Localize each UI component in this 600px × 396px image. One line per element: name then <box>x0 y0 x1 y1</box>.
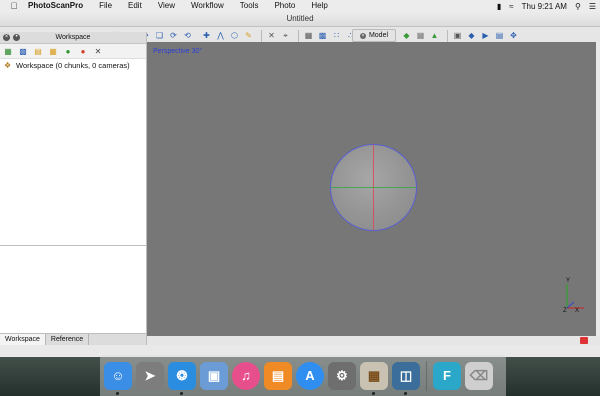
menubar-status-area: ▮ ≈ Thu 9:21 AM ⚲ ☰ <box>493 0 600 12</box>
view-mode-label: Perspective 30° <box>153 48 203 55</box>
trackball[interactable] <box>330 144 417 231</box>
menu-workflow[interactable]: Workflow <box>183 0 232 12</box>
disable-icon[interactable]: ● <box>78 46 88 56</box>
show-region-icon[interactable]: ▣ <box>452 30 463 41</box>
running-indicator <box>180 391 183 395</box>
toolbar-divider <box>298 29 299 42</box>
running-indicator <box>372 391 375 395</box>
safari-icon[interactable]: ❂ <box>168 361 196 395</box>
show-info-icon[interactable]: ▶ <box>480 30 491 41</box>
clock[interactable]: Thu 9:21 AM <box>518 2 571 11</box>
workspace-toolbar: ▦ ▩ ▤ ▦ ● ● ✕ <box>0 44 146 59</box>
show-cameras-icon[interactable]: ▦ <box>303 30 314 41</box>
axes-indicator: Y Z X <box>563 278 584 314</box>
tab-workspace[interactable]: Workspace <box>0 334 46 345</box>
menu-photo[interactable]: Photo <box>266 0 303 12</box>
window-title: Untitled <box>0 12 600 27</box>
search-icon[interactable]: ⚲ <box>571 2 585 11</box>
float-panel-icon[interactable]: • <box>13 34 20 41</box>
console-warning-icon[interactable] <box>580 337 588 344</box>
point-cloud-icon[interactable]: ∷ <box>331 30 342 41</box>
tab-model[interactable]: × Model <box>352 29 396 42</box>
workspace-icon: ❖ <box>4 60 12 70</box>
menu-file[interactable]: File <box>91 0 120 12</box>
add-photos-icon[interactable]: ▩ <box>18 46 28 56</box>
photoscan-icon[interactable]: ◫ <box>392 361 420 395</box>
menu-list-icon[interactable]: ☰ <box>585 2 600 11</box>
show-grid-icon[interactable]: ▤ <box>494 30 505 41</box>
window-right-border <box>596 42 600 336</box>
z-axis-line <box>566 301 575 309</box>
model-tab-label: Model <box>368 32 389 39</box>
toolbar-divider <box>447 29 448 42</box>
panel-divider[interactable] <box>0 245 146 246</box>
model-viewport[interactable]: Perspective 30° Y Z X <box>147 42 596 336</box>
trackball-horizontal-axis <box>331 187 416 188</box>
close-tab-icon[interactable]: × <box>359 33 366 39</box>
preview-icon[interactable]: ▣ <box>200 361 228 390</box>
dem-icon[interactable]: ▲ <box>429 30 440 41</box>
finder-icon[interactable]: ☺ <box>104 361 132 395</box>
workspace-panel-title: Workspace <box>55 34 91 41</box>
workspace-tabs: Workspace Reference <box>0 333 146 345</box>
running-indicator <box>404 391 407 395</box>
rotate-object-icon[interactable]: ⟲ <box>182 30 193 41</box>
dock-separator <box>426 360 427 391</box>
enable-icon[interactable]: ● <box>63 46 73 56</box>
tiled-model-icon[interactable]: ▦ <box>415 30 426 41</box>
draw-patch-icon[interactable]: ✎ <box>243 30 254 41</box>
menu-view[interactable]: View <box>150 0 183 12</box>
status-bar <box>147 336 600 345</box>
rotate-region-icon[interactable]: ⟳ <box>168 30 179 41</box>
show-trackball-icon[interactable]: ◆ <box>466 30 477 41</box>
app-store-icon[interactable]: A <box>296 361 324 390</box>
show-markers-icon[interactable]: ▩ <box>317 30 328 41</box>
workspace-tree-label: Workspace (0 chunks, 0 cameras) <box>16 61 130 70</box>
draw-polygon-icon[interactable]: ⬡ <box>229 30 240 41</box>
workspace-panel-header: × • Workspace <box>0 32 146 44</box>
add-chunk-icon[interactable]: ▦ <box>3 46 13 56</box>
add-folder-icon[interactable]: ▤ <box>33 46 43 56</box>
ruler-icon[interactable]: ✚ <box>201 30 212 41</box>
y-axis-label: Y <box>566 278 570 284</box>
draw-polyline-icon[interactable]: ⋀ <box>215 30 226 41</box>
menu-tools[interactable]: Tools <box>232 0 267 12</box>
add-ms-photos-icon[interactable]: ▦ <box>48 46 58 56</box>
crop-selection-icon[interactable]: ⌖ <box>280 30 291 41</box>
menu-edit[interactable]: Edit <box>120 0 150 12</box>
screen-icon[interactable]: ▮ <box>493 2 505 11</box>
ibooks-icon[interactable]: ▤ <box>264 361 292 390</box>
workspace-tree-root[interactable]: ❖ Workspace (0 chunks, 0 cameras) <box>0 59 146 72</box>
wifi-icon[interactable]: ≈ <box>505 2 517 11</box>
x-axis-label: X <box>575 308 579 314</box>
toolbar-divider <box>261 29 262 42</box>
trash-icon[interactable]: ⌫ <box>465 361 493 390</box>
tab-reference[interactable]: Reference <box>46 334 90 345</box>
dock: ☺ ➤ ❂ ▣ ♫ ▤ A ⚙ ▦ ◫ F ⌫ <box>100 355 506 396</box>
fetch-icon[interactable]: F <box>433 361 461 390</box>
installer-icon[interactable]: ▦ <box>360 361 388 395</box>
system-preferences-icon[interactable]: ⚙ <box>328 361 356 390</box>
z-axis-label: Z <box>563 308 567 314</box>
menu-app-name[interactable]: PhotoScanPro <box>22 0 91 12</box>
delete-selection-icon[interactable]: ✕ <box>266 30 277 41</box>
resize-region-icon[interactable]: ❏ <box>154 30 165 41</box>
remove-items-icon[interactable]: ✕ <box>93 46 103 56</box>
reset-view-icon[interactable]: ✥ <box>508 30 519 41</box>
textured-model-icon[interactable]: ◆ <box>401 30 412 41</box>
launchpad-icon[interactable]: ➤ <box>136 361 164 390</box>
close-panel-icon[interactable]: × <box>3 34 10 41</box>
running-indicator <box>116 391 119 395</box>
itunes-icon[interactable]: ♫ <box>232 361 260 390</box>
workspace-panel: × • Workspace ▦ ▩ ▤ ▦ ● ● ✕ ❖ Workspace … <box>0 32 147 345</box>
menu-help[interactable]: Help <box>303 0 335 12</box>
apple-icon[interactable]:  <box>6 1 22 11</box>
